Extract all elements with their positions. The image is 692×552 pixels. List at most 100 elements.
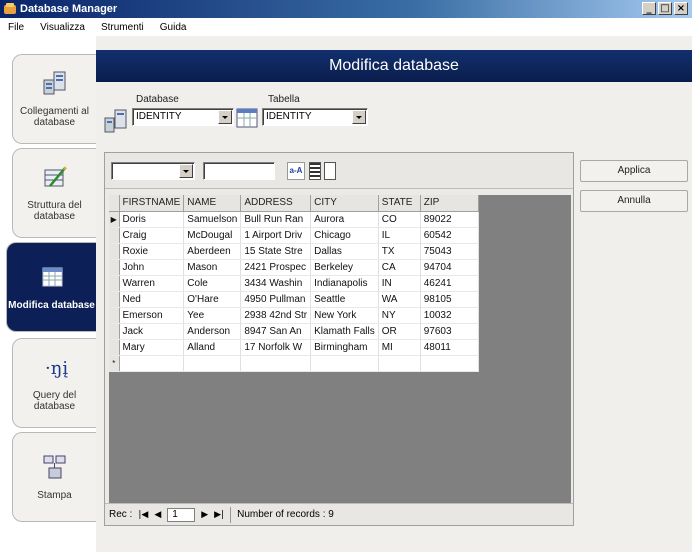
table-row[interactable]: ▶ Doris Samuelson Bull Run Ran Aurora CO 89022 [109, 211, 479, 228]
row-selector[interactable] [109, 227, 120, 244]
table-row[interactable]: John Mason 2421 Prospec Berkeley CA 94704 [109, 259, 479, 276]
row-selector[interactable] [109, 243, 120, 260]
table-cell[interactable]: 4950 Pullman [240, 291, 312, 308]
database-select[interactable]: IDENTITY [132, 108, 234, 126]
table-cell[interactable]: CA [378, 259, 421, 276]
list-view-icon[interactable] [309, 162, 321, 180]
blank-page-icon[interactable] [324, 162, 336, 180]
table-cell[interactable] [183, 355, 242, 372]
table-cell[interactable]: OR [378, 323, 421, 340]
maximize-button[interactable]: □ [658, 2, 672, 15]
chevron-down-icon[interactable] [218, 110, 232, 124]
cancel-button[interactable]: Annulla [580, 190, 688, 212]
table-row[interactable]: Ned O'Hare 4950 Pullman Seattle WA 98105 [109, 291, 479, 308]
table-cell[interactable]: McDougal [183, 227, 242, 244]
apply-button[interactable]: Applica [580, 160, 688, 182]
table-cell[interactable]: 8947 San An [240, 323, 312, 340]
table-cell[interactable]: 94704 [420, 259, 479, 276]
table-cell[interactable]: Jack [119, 323, 185, 340]
sidebar-item-query[interactable]: ·ŋį Query del database [12, 338, 96, 428]
column-header[interactable]: NAME [183, 195, 242, 212]
table-cell[interactable]: Alland [183, 339, 242, 356]
table-cell[interactable]: 89022 [420, 211, 479, 228]
table-cell[interactable]: Emerson [119, 307, 185, 324]
column-header[interactable]: FIRSTNAME [119, 195, 185, 212]
table-cell[interactable] [378, 355, 421, 372]
table-cell[interactable]: Roxie [119, 243, 185, 260]
table-cell[interactable]: Cole [183, 275, 242, 292]
table-cell[interactable]: 2938 42nd Str [240, 307, 312, 324]
table-cell[interactable]: MI [378, 339, 421, 356]
table-cell[interactable]: 17 Norfolk W [240, 339, 312, 356]
table-cell[interactable]: Craig [119, 227, 185, 244]
table-cell[interactable]: Ned [119, 291, 185, 308]
column-header[interactable]: STATE [378, 195, 421, 212]
table-cell[interactable] [240, 355, 312, 372]
table-cell[interactable] [420, 355, 479, 372]
table-cell[interactable]: Dallas [310, 243, 379, 260]
table-cell[interactable]: Anderson [183, 323, 242, 340]
table-row[interactable]: Emerson Yee 2938 42nd Str New York NY 10032 [109, 307, 479, 324]
table-cell[interactable]: Aurora [310, 211, 379, 228]
table-cell[interactable]: 46241 [420, 275, 479, 292]
table-cell[interactable]: 98105 [420, 291, 479, 308]
column-header[interactable]: ADDRESS [240, 195, 312, 212]
new-record-row[interactable]: * [109, 355, 479, 372]
chevron-down-icon[interactable] [179, 164, 193, 178]
table-cell[interactable]: Doris [119, 211, 185, 228]
table-cell[interactable]: Aberdeen [183, 243, 242, 260]
menu-file[interactable]: File [8, 22, 24, 33]
table-row[interactable]: Mary Alland 17 Norfolk W Birmingham MI 48011 [109, 339, 479, 356]
table-cell[interactable]: 97603 [420, 323, 479, 340]
filter-field-select[interactable] [111, 162, 195, 180]
table-cell[interactable]: WA [378, 291, 421, 308]
first-record-icon[interactable]: |◀ [138, 510, 148, 520]
table-cell[interactable]: Mary [119, 339, 185, 356]
row-selector[interactable] [109, 275, 120, 292]
table-cell[interactable]: Warren [119, 275, 185, 292]
table-row[interactable]: Jack Anderson 8947 San An Klamath Falls OR 97… [109, 323, 479, 340]
table-cell[interactable]: John [119, 259, 185, 276]
table-cell[interactable]: CO [378, 211, 421, 228]
row-selector[interactable]: ▶ [109, 211, 120, 228]
row-selector[interactable] [109, 307, 120, 324]
a-z-sort-icon[interactable]: a-A [287, 162, 305, 180]
table-cell[interactable]: O'Hare [183, 291, 242, 308]
table-cell[interactable]: Klamath Falls [310, 323, 379, 340]
table-cell[interactable]: 60542 [420, 227, 479, 244]
table-cell[interactable]: Berkeley [310, 259, 379, 276]
record-number-input[interactable]: 1 [167, 507, 196, 522]
table-cell[interactable]: Bull Run Ran [240, 211, 312, 228]
table-cell[interactable]: 10032 [420, 307, 479, 324]
sidebar-item-print[interactable]: Stampa [12, 432, 96, 522]
table-cell[interactable]: 48011 [420, 339, 479, 356]
row-selector[interactable] [109, 323, 120, 340]
table-row[interactable]: Craig McDougal 1 Airport Driv Chicago IL 6054… [109, 227, 479, 244]
previous-record-icon[interactable]: ◀ [154, 510, 161, 520]
last-record-icon[interactable]: ▶| [214, 510, 224, 520]
row-selector[interactable] [109, 291, 120, 308]
table-cell[interactable]: 15 State Stre [240, 243, 312, 260]
column-header[interactable]: CITY [310, 195, 379, 212]
table-cell[interactable]: 1 Airport Driv [240, 227, 312, 244]
table-row[interactable]: Roxie Aberdeen 15 State Stre Dallas TX 75043 [109, 243, 479, 260]
next-record-icon[interactable]: ▶ [201, 510, 208, 520]
table-select[interactable]: IDENTITY [262, 108, 368, 126]
menu-guida[interactable]: Guida [160, 22, 187, 33]
table-cell[interactable]: 3434 Washin [240, 275, 312, 292]
column-header[interactable]: ZIP [420, 195, 479, 212]
table-cell[interactable]: IL [378, 227, 421, 244]
table-cell[interactable]: Samuelson [183, 211, 242, 228]
table-cell[interactable]: Mason [183, 259, 242, 276]
table-cell[interactable]: Birmingham [310, 339, 379, 356]
sidebar-item-connections[interactable]: Collegamenti al database [12, 54, 96, 144]
sidebar-item-edit[interactable]: Modifica database [6, 242, 96, 332]
table-cell[interactable]: Seattle [310, 291, 379, 308]
sidebar-item-structure[interactable]: Struttura del database [12, 148, 96, 238]
table-cell[interactable]: 75043 [420, 243, 479, 260]
table-cell[interactable]: Indianapolis [310, 275, 379, 292]
table-cell[interactable]: NY [378, 307, 421, 324]
table-cell[interactable]: IN [378, 275, 421, 292]
table-cell[interactable]: 2421 Prospec [240, 259, 312, 276]
close-button[interactable]: × [674, 2, 688, 15]
